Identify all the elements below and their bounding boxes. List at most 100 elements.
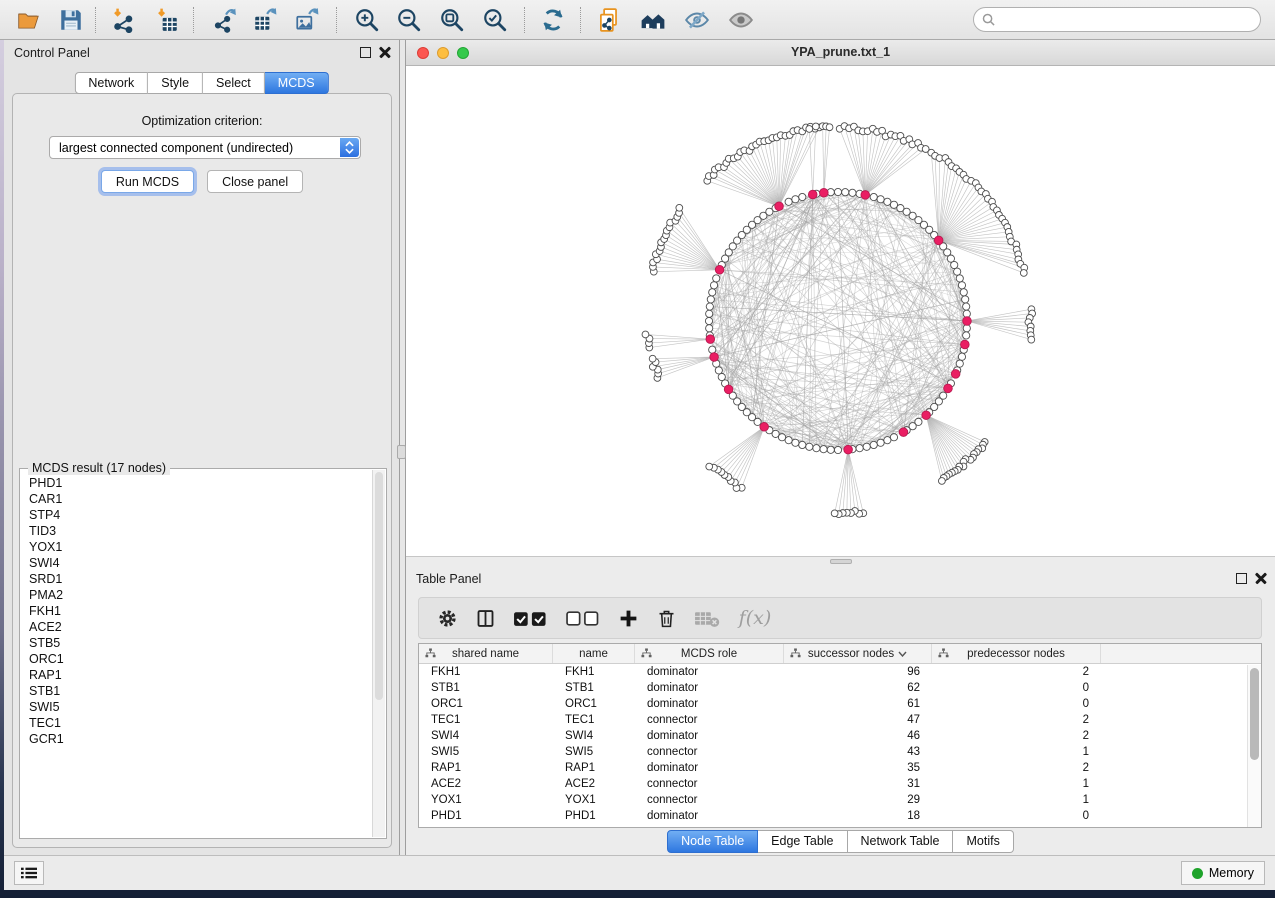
mcds-result-item[interactable]: SWI4 [21, 555, 372, 571]
mcds-result-item[interactable]: STB1 [21, 683, 372, 699]
tab-motifs[interactable]: Motifs [953, 830, 1013, 853]
export-image-button[interactable] [290, 4, 324, 36]
table-cell[interactable]: 47 [784, 712, 932, 728]
table-cell[interactable]: 2 [932, 712, 1101, 728]
mcds-list-scrollbar[interactable] [372, 470, 385, 837]
mcds-result-item[interactable]: YOX1 [21, 539, 372, 555]
table-cell[interactable]: connector [635, 744, 784, 760]
mcds-result-item[interactable]: STB5 [21, 635, 372, 651]
deselect-all-rows-button[interactable] [566, 606, 602, 630]
table-cell[interactable]: ACE2 [553, 776, 635, 792]
table-cell[interactable]: 0 [932, 696, 1101, 712]
table-cell[interactable]: dominator [635, 808, 784, 824]
minimize-window-icon[interactable] [437, 47, 449, 59]
table-cell[interactable]: SWI5 [419, 744, 553, 760]
table-cell[interactable]: 61 [784, 696, 932, 712]
float-panel-icon[interactable] [360, 47, 371, 58]
table-cell[interactable]: SWI5 [553, 744, 635, 760]
mcds-result-item[interactable]: TEC1 [21, 715, 372, 731]
mcds-result-item[interactable]: FKH1 [21, 603, 372, 619]
table-settings-button[interactable] [437, 606, 458, 630]
show-details-button[interactable] [724, 4, 758, 36]
close-window-icon[interactable] [417, 47, 429, 59]
zoom-out-button[interactable] [392, 4, 426, 36]
table-cell[interactable]: 1 [932, 744, 1101, 760]
show-all-networks-button[interactable] [636, 4, 670, 36]
tab-select[interactable]: Select [203, 72, 265, 94]
splitter-grip[interactable] [830, 559, 852, 564]
table-cell[interactable]: ACE2 [419, 776, 553, 792]
table-cell[interactable]: 29 [784, 792, 932, 808]
table-row[interactable]: SWI5SWI5connector431 [419, 744, 1261, 760]
table-scrollbar[interactable] [1247, 665, 1261, 827]
horizontal-splitter[interactable] [406, 556, 1275, 566]
zoom-in-button[interactable] [350, 4, 384, 36]
hide-details-button[interactable] [680, 4, 714, 36]
table-cell[interactable]: 2 [932, 664, 1101, 680]
clone-network-button[interactable] [592, 4, 626, 36]
zoom-fit-button[interactable] [435, 4, 469, 36]
table-cell[interactable]: 96 [784, 664, 932, 680]
show-columns-button[interactable] [475, 606, 496, 630]
table-cell[interactable]: 0 [932, 680, 1101, 696]
mcds-result-item[interactable]: STP4 [21, 507, 372, 523]
close-panel-icon[interactable] [379, 46, 391, 58]
table-cell[interactable]: 2 [932, 728, 1101, 744]
float-panel-icon[interactable] [1236, 573, 1247, 584]
table-cell[interactable]: 1 [932, 776, 1101, 792]
table-row[interactable]: FKH1FKH1dominator962 [419, 664, 1261, 680]
mcds-result-item[interactable]: SRD1 [21, 571, 372, 587]
table-cell[interactable]: PHD1 [419, 808, 553, 824]
zoom-selected-button[interactable] [478, 4, 512, 36]
table-cell[interactable]: dominator [635, 728, 784, 744]
table-cell[interactable]: 0 [932, 808, 1101, 824]
table-cell[interactable]: ORC1 [553, 696, 635, 712]
network-canvas[interactable] [406, 66, 1275, 556]
select-all-rows-button[interactable] [513, 606, 549, 630]
table-cell[interactable]: connector [635, 712, 784, 728]
tab-network[interactable]: Network [74, 72, 148, 94]
table-cell[interactable]: PHD1 [553, 808, 635, 824]
mcds-result-item[interactable]: PMA2 [21, 587, 372, 603]
import-table-button[interactable] [150, 4, 184, 36]
task-history-button[interactable] [14, 861, 44, 885]
table-cell[interactable]: STB1 [553, 680, 635, 696]
table-cell[interactable]: connector [635, 792, 784, 808]
table-cell[interactable]: 18 [784, 808, 932, 824]
table-cell[interactable]: TEC1 [553, 712, 635, 728]
table-cell[interactable]: ORC1 [419, 696, 553, 712]
table-cell[interactable]: YOX1 [419, 792, 553, 808]
table-cell[interactable]: FKH1 [553, 664, 635, 680]
table-cell[interactable]: dominator [635, 664, 784, 680]
table-cell[interactable]: 35 [784, 760, 932, 776]
import-network-button[interactable] [106, 4, 140, 36]
refresh-layout-button[interactable] [536, 4, 570, 36]
mcds-result-item[interactable]: ORC1 [21, 651, 372, 667]
export-table-button[interactable] [248, 4, 282, 36]
mcds-result-item[interactable]: GCR1 [21, 731, 372, 747]
tab-style[interactable]: Style [148, 72, 203, 94]
close-panel-button[interactable]: Close panel [207, 170, 303, 193]
network-graph[interactable] [406, 66, 1275, 556]
table-cell[interactable]: RAP1 [553, 760, 635, 776]
memory-button[interactable]: Memory [1181, 861, 1265, 885]
create-column-button[interactable] [618, 606, 639, 630]
table-cell[interactable]: 46 [784, 728, 932, 744]
column-header-shared-name[interactable]: shared name [419, 644, 553, 663]
table-cell[interactable]: YOX1 [553, 792, 635, 808]
delete-column-button[interactable] [656, 606, 677, 630]
table-cell[interactable]: SWI4 [419, 728, 553, 744]
mcds-result-item[interactable]: RAP1 [21, 667, 372, 683]
table-row[interactable]: STB1STB1dominator620 [419, 680, 1261, 696]
search-input[interactable] [1000, 12, 1252, 28]
table-cell[interactable]: FKH1 [419, 664, 553, 680]
table-row[interactable]: TEC1TEC1connector472 [419, 712, 1261, 728]
tab-network-table[interactable]: Network Table [848, 830, 954, 853]
table-row[interactable]: YOX1YOX1connector291 [419, 792, 1261, 808]
tab-node-table[interactable]: Node Table [667, 830, 758, 853]
column-header-name[interactable]: name [553, 644, 635, 663]
tab-mcds[interactable]: MCDS [265, 72, 329, 94]
mcds-result-item[interactable]: ACE2 [21, 619, 372, 635]
table-cell[interactable]: 43 [784, 744, 932, 760]
table-cell[interactable]: dominator [635, 696, 784, 712]
